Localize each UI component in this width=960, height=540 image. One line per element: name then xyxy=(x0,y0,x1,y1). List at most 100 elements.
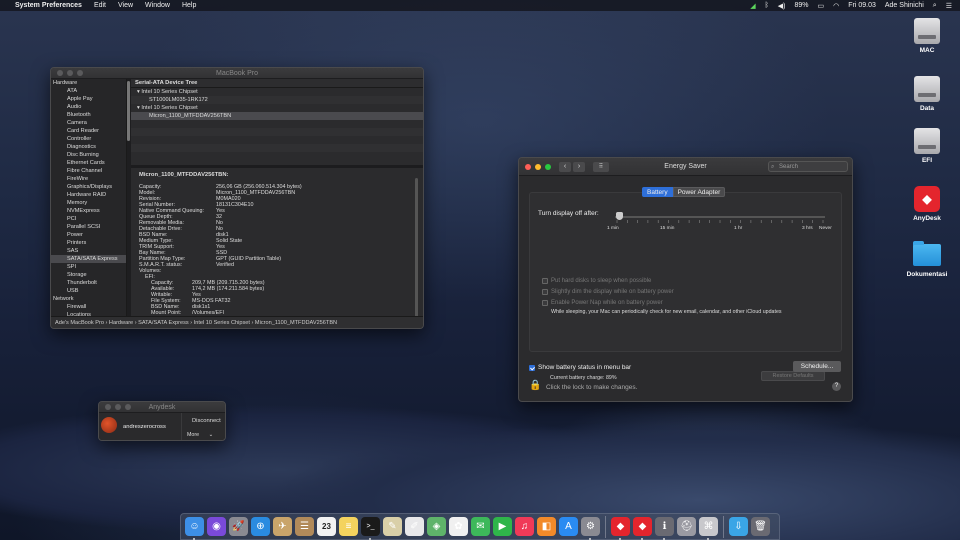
disk-utility-icon[interactable]: ⛑ xyxy=(677,517,696,536)
sidebar-item[interactable]: Storage xyxy=(51,271,126,279)
launchpad-icon[interactable]: 🚀 xyxy=(229,517,248,536)
sidebar-item[interactable]: Printers xyxy=(51,239,126,247)
system-info-icon[interactable]: ℹ xyxy=(655,517,674,540)
display-sleep-slider-track[interactable] xyxy=(615,216,825,218)
desktop-icon-data[interactable]: Data xyxy=(902,76,952,112)
volume-icon[interactable]: ◀) xyxy=(778,2,786,10)
sidebar-item[interactable]: FireWire xyxy=(51,175,126,183)
photos-icon[interactable]: ✿ xyxy=(449,517,468,536)
anydesk-dock-icon[interactable]: ◆ xyxy=(611,517,630,540)
siri-icon[interactable]: ◉ xyxy=(207,517,226,536)
bluetooth-icon[interactable]: ᛒ xyxy=(765,2,769,9)
detail-scrollbar[interactable] xyxy=(415,178,418,316)
lock-icon[interactable]: 🔒 xyxy=(529,380,541,391)
desktop-icon-anydesk[interactable]: ◆ AnyDesk xyxy=(902,186,952,222)
menu-app-name[interactable]: System Preferences xyxy=(15,2,82,9)
menu-edit[interactable]: Edit xyxy=(94,2,106,9)
sidebar-item[interactable]: Disc Burning xyxy=(51,151,126,159)
display-sleep-slider-knob[interactable] xyxy=(616,212,623,220)
sidebar-item[interactable]: USB xyxy=(51,287,126,295)
sidebar-group[interactable]: Network xyxy=(51,295,126,303)
maps-icon[interactable]: ◈ xyxy=(427,517,446,536)
sidebar-item[interactable]: SAS xyxy=(51,247,126,255)
facetime-icon[interactable]: ▶ xyxy=(493,517,512,536)
sidebar-item[interactable]: Firewall xyxy=(51,303,126,311)
notes-icon[interactable]: ≡ xyxy=(339,517,358,536)
terminal-icon[interactable]: >_ xyxy=(361,517,380,540)
checkbox-hard-disk-sleep[interactable] xyxy=(542,278,548,284)
sidebar-item[interactable]: Apple Pay xyxy=(51,95,126,103)
search-icon[interactable]: ⌕ xyxy=(933,2,937,10)
menu-view[interactable]: View xyxy=(118,2,133,9)
menu-help[interactable]: Help xyxy=(182,2,196,9)
tab-power-adapter[interactable]: Power Adapter xyxy=(672,187,726,197)
clock[interactable]: Fri 09.03 xyxy=(848,2,876,9)
device-tree-row[interactable]: ▾ Intel 10 Series Chipset xyxy=(131,88,423,96)
sidebar-item[interactable]: Audio xyxy=(51,103,126,111)
anydesk-2-dock-icon[interactable]: ◆ xyxy=(633,517,652,540)
sysinfo-titlebar[interactable]: MacBook Pro xyxy=(51,68,423,79)
downloads-folder-icon[interactable]: ⇩ xyxy=(729,517,748,536)
battery-percent[interactable]: 89% xyxy=(795,2,809,9)
checkbox-show-battery-status[interactable] xyxy=(529,364,535,371)
sidebar-item[interactable]: Parallel SCSI xyxy=(51,223,126,231)
sidebar-item[interactable]: SPI xyxy=(51,263,126,271)
sidebar-item[interactable]: Bluetooth xyxy=(51,111,126,119)
wifi-icon[interactable]: ◠ xyxy=(833,2,839,10)
sidebar-item[interactable]: PCI xyxy=(51,215,126,223)
checkbox-dim-display[interactable] xyxy=(542,289,548,295)
trash-icon[interactable]: 🗑 xyxy=(751,517,770,536)
desktop-icon-dokumentasi[interactable]: Dokumentasi xyxy=(902,241,952,278)
sidebar-item[interactable]: Controller xyxy=(51,135,126,143)
sidebar-item[interactable]: Camera xyxy=(51,119,126,127)
messages-icon[interactable]: ✉ xyxy=(471,517,490,536)
menu-window[interactable]: Window xyxy=(145,2,170,9)
more-menu-button[interactable]: More ⌄ xyxy=(187,432,213,438)
help-button[interactable]: ? xyxy=(832,382,841,391)
sidebar-item[interactable]: Ethernet Cards xyxy=(51,159,126,167)
sidebar-group[interactable]: Hardware xyxy=(51,79,126,87)
sidebar-item[interactable]: Memory xyxy=(51,199,126,207)
textedit-icon[interactable]: ✐ xyxy=(405,517,424,536)
option-power-nap[interactable]: Enable Power Nap while on battery power xyxy=(542,300,663,306)
desktop-icon-efi[interactable]: EFI xyxy=(902,128,952,164)
calendar-icon[interactable]: 23 xyxy=(317,517,336,536)
sidebar-item[interactable]: ATA xyxy=(51,87,126,95)
script-editor-icon[interactable]: ✎ xyxy=(383,517,402,536)
sidebar-item[interactable]: Hardware RAID xyxy=(51,191,126,199)
airdrop-status-icon[interactable]: ◢ xyxy=(750,2,755,10)
app-store-icon[interactable]: A xyxy=(559,517,578,536)
sidebar-item[interactable]: Thunderbolt xyxy=(51,279,126,287)
sidebar-item[interactable]: NVMExpress xyxy=(51,207,126,215)
sidebar-item[interactable]: Graphics/Displays xyxy=(51,183,126,191)
option-hard-disk-sleep[interactable]: Put hard disks to sleep when possible xyxy=(542,278,651,284)
mail-icon[interactable]: ✈ xyxy=(273,517,292,536)
network-icon[interactable]: ⌘ xyxy=(699,517,718,540)
system-preferences-icon[interactable]: ⚙ xyxy=(581,517,600,540)
schedule-button[interactable]: Schedule... xyxy=(793,361,841,372)
control-menu-icon[interactable]: ☰ xyxy=(946,2,952,10)
sidebar-item[interactable]: Card Reader xyxy=(51,127,126,135)
checkbox-power-nap[interactable] xyxy=(542,300,548,306)
sidebar-item[interactable]: Diagnostics xyxy=(51,143,126,151)
device-tree-row[interactable]: ST1000LM035-1RK172 xyxy=(131,96,423,104)
tab-battery[interactable]: Battery xyxy=(642,187,673,197)
device-tree-row[interactable]: ▾ Intel 10 Series Chipset xyxy=(131,104,423,112)
energy-titlebar[interactable]: ‹ › ⠿ Energy Saver ⌕ Search xyxy=(519,158,852,176)
books-icon[interactable]: ◧ xyxy=(537,517,556,536)
music-icon[interactable]: ♫ xyxy=(515,517,534,536)
device-tree-row[interactable]: Micron_1100_MTFDDAV256TBN xyxy=(131,112,423,120)
sidebar-item[interactable]: Fibre Channel xyxy=(51,167,126,175)
battery-icon[interactable]: ▭ xyxy=(818,2,825,10)
anydesk-titlebar[interactable]: Anydesk xyxy=(99,402,225,413)
search-field[interactable]: ⌕ Search xyxy=(768,161,848,172)
disconnect-button[interactable]: Disconnect xyxy=(192,418,221,424)
safari-icon[interactable]: ⊕ xyxy=(251,517,270,536)
user-name[interactable]: Ade Shinichi xyxy=(885,2,924,9)
desktop-icon-mac[interactable]: MAC xyxy=(902,18,952,54)
sidebar-item[interactable]: Power xyxy=(51,231,126,239)
option-dim-display[interactable]: Slightly dim the display while on batter… xyxy=(542,289,674,295)
finder-icon[interactable]: ☺ xyxy=(185,517,204,540)
show-battery-status-option[interactable]: Show battery status in menu bar xyxy=(529,364,631,371)
contacts-icon[interactable]: ☰ xyxy=(295,517,314,536)
